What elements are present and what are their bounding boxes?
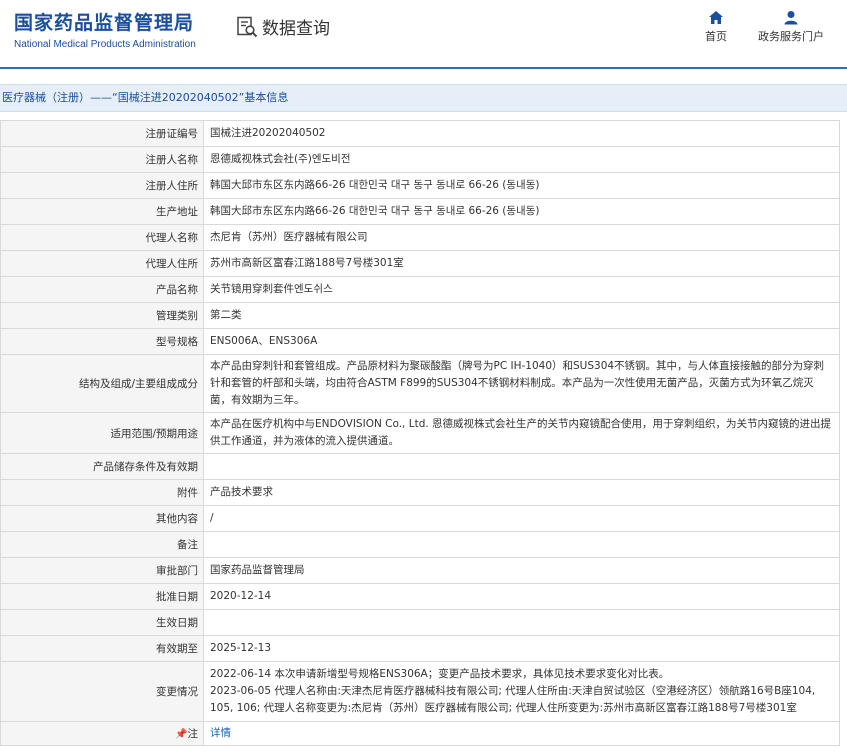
row-value bbox=[203, 609, 840, 636]
table-row: 批准日期 2020-12-14 bbox=[0, 583, 840, 610]
row-label: 型号规格 bbox=[0, 328, 204, 355]
table-row: 变更情况 2022-06-14 本次申请新增型号规格ENS306A；变更产品技术要… bbox=[0, 661, 840, 722]
table-row: 管理类别 第二类 bbox=[0, 302, 840, 329]
pin-icon: 📌 bbox=[175, 729, 188, 740]
logo-english: National Medical Products Administration bbox=[14, 39, 196, 50]
row-value: 关节镜用穿刺套件엔도쉬스 bbox=[203, 276, 840, 303]
table-row: 生产地址 韩国大邱市东区东内路66-26 대한민국 대구 동구 동내로 66-26… bbox=[0, 198, 840, 225]
nav-portal-label: 政务服务门户 bbox=[758, 30, 824, 43]
home-icon bbox=[709, 11, 723, 24]
registration-info-table: 注册证编号 国械注进20202040502 注册人名称 恩德威视株式会社(주)엔도비전… bbox=[0, 120, 840, 746]
row-value: 韩国大邱市东区东内路66-26 대한민국 대구 동구 동내로 66-26 (동내… bbox=[203, 172, 840, 199]
table-row: 附件 产品技术要求 bbox=[0, 479, 840, 506]
user-icon bbox=[784, 11, 798, 25]
row-label: 适用范围/预期用途 bbox=[0, 412, 204, 454]
row-value: 杰尼肯（苏州）医疗器械有限公司 bbox=[203, 224, 840, 251]
table-row: 注册人住所 韩国大邱市东区东内路66-26 대한민국 대구 동구 동내로 66-2… bbox=[0, 172, 840, 199]
nav-home[interactable]: 首页 bbox=[676, 10, 756, 44]
table-row: 生效日期 bbox=[0, 609, 840, 636]
row-value: 本产品由穿刺针和套管组成。产品原材料为聚碳酸酯（牌号为PC IH-1040）和S… bbox=[203, 354, 840, 413]
breadcrumb: 医疗器械（注册）——“国械注进20202040502”基本信息 bbox=[0, 84, 847, 112]
row-label: 备注 bbox=[0, 531, 204, 558]
row-label: 注册人名称 bbox=[0, 146, 204, 173]
row-value: 第二类 bbox=[203, 302, 840, 329]
table-row: 产品储存条件及有效期 bbox=[0, 453, 840, 480]
details-link[interactable]: 详情 bbox=[210, 727, 231, 739]
row-label: 附件 bbox=[0, 479, 204, 506]
table-row: 产品名称 关节镜用穿刺套件엔도쉬스 bbox=[0, 276, 840, 303]
row-label: 代理人住所 bbox=[0, 250, 204, 277]
nav-home-label: 首页 bbox=[705, 30, 727, 43]
row-value: 2020-12-14 bbox=[203, 583, 840, 610]
row-label: 注册人住所 bbox=[0, 172, 204, 199]
row-value: 国械注进20202040502 bbox=[203, 120, 840, 147]
row-value: 本产品在医疗机构中与ENDOVISION Co., Ltd. 恩德威视株式会社生… bbox=[203, 412, 840, 454]
note-label-cell: 📌注 bbox=[0, 721, 204, 746]
table-row: 代理人住所 苏州市高新区富春江路188号7号楼301室 bbox=[0, 250, 840, 277]
document-search-icon bbox=[237, 16, 258, 37]
table-row: 其他内容 / bbox=[0, 505, 840, 532]
row-value bbox=[203, 453, 840, 480]
row-value: 苏州市高新区富春江路188号7号楼301室 bbox=[203, 250, 840, 277]
row-value: 2025-12-13 bbox=[203, 635, 840, 662]
row-label: 结构及组成/主要组成成分 bbox=[0, 354, 204, 413]
details-cell: 详情 bbox=[203, 721, 840, 746]
table-row: 代理人名称 杰尼肯（苏州）医疗器械有限公司 bbox=[0, 224, 840, 251]
table-row: 审批部门 国家药品监督管理局 bbox=[0, 557, 840, 584]
row-label: 变更情况 bbox=[0, 661, 204, 722]
row-label: 审批部门 bbox=[0, 557, 204, 584]
table-row: 有效期至 2025-12-13 bbox=[0, 635, 840, 662]
note-label: 注 bbox=[187, 728, 199, 740]
row-value: 恩德威视株式会社(주)엔도비전 bbox=[203, 146, 840, 173]
data-query-title: 数据查询 bbox=[236, 14, 330, 39]
row-label: 生效日期 bbox=[0, 609, 204, 636]
row-label: 其他内容 bbox=[0, 505, 204, 532]
row-label: 代理人名称 bbox=[0, 224, 204, 251]
row-value: 韩国大邱市东区东内路66-26 대한민국 대구 동구 동내로 66-26 (동내… bbox=[203, 198, 840, 225]
row-value: 国家药品监督管理局 bbox=[203, 557, 840, 584]
data-query-label: 数据查询 bbox=[262, 19, 330, 39]
header-divider bbox=[0, 67, 847, 69]
table-row: 📌注 详情 bbox=[0, 721, 840, 746]
row-value: 2022-06-14 本次申请新增型号规格ENS306A；变更产品技术要求，具体… bbox=[203, 661, 840, 722]
row-label: 注册证编号 bbox=[0, 120, 204, 147]
logo-chinese: 国家药品监督管理局 bbox=[14, 12, 195, 34]
row-label: 产品储存条件及有效期 bbox=[0, 453, 204, 480]
row-label: 产品名称 bbox=[0, 276, 204, 303]
row-value: / bbox=[203, 505, 840, 532]
row-value: ENS006A、ENS306A bbox=[203, 328, 840, 355]
site-header: 国家药品监督管理局 National Medical Products Admi… bbox=[0, 0, 847, 68]
row-label: 批准日期 bbox=[0, 583, 204, 610]
table-row: 备注 bbox=[0, 531, 840, 558]
row-value bbox=[203, 531, 840, 558]
row-label: 有效期至 bbox=[0, 635, 204, 662]
row-label: 管理类别 bbox=[0, 302, 204, 329]
table-row: 型号规格 ENS006A、ENS306A bbox=[0, 328, 840, 355]
table-row: 结构及组成/主要组成成分 本产品由穿刺针和套管组成。产品原材料为聚碳酸酯（牌号为P… bbox=[0, 354, 840, 413]
nav-service-portal[interactable]: 政务服务门户 bbox=[751, 10, 831, 44]
row-value: 产品技术要求 bbox=[203, 479, 840, 506]
table-row: 适用范围/预期用途 本产品在医疗机构中与ENDOVISION Co., Ltd. … bbox=[0, 412, 840, 454]
site-logo[interactable]: 国家药品监督管理局 National Medical Products Admi… bbox=[14, 8, 196, 50]
table-row: 注册证编号 国械注进20202040502 bbox=[0, 120, 840, 147]
row-label: 生产地址 bbox=[0, 198, 204, 225]
table-row: 注册人名称 恩德威视株式会社(주)엔도비전 bbox=[0, 146, 840, 173]
